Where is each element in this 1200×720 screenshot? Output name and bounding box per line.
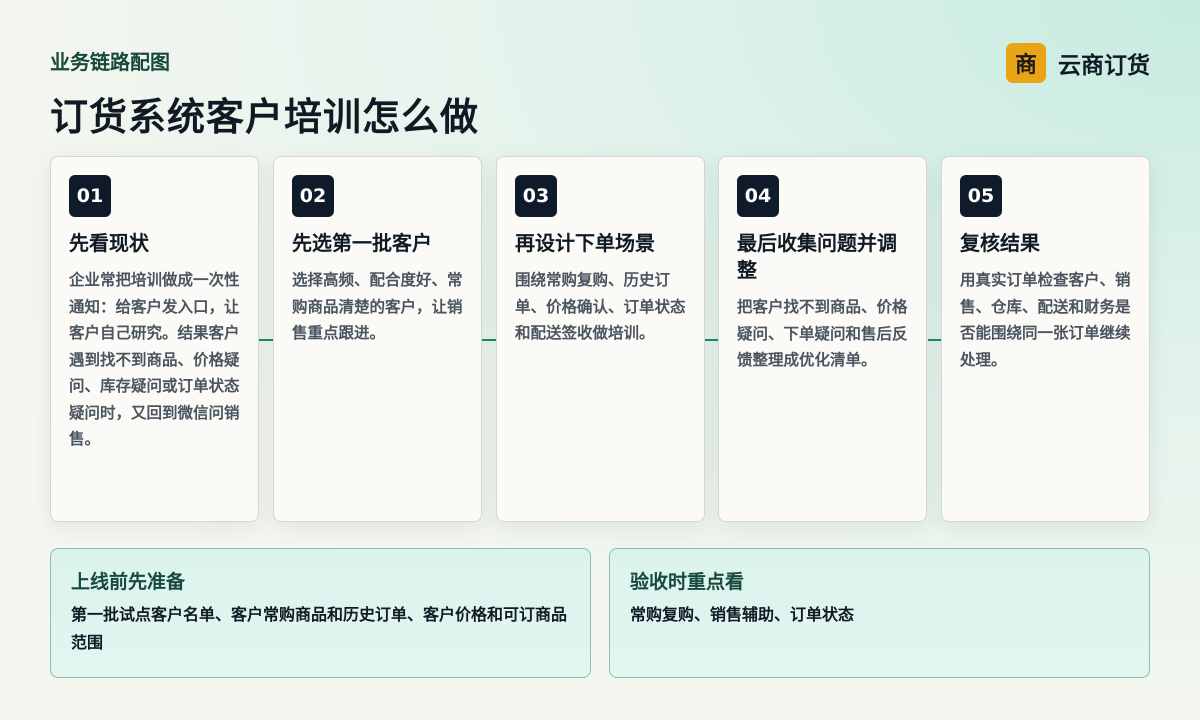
panel-title: 上线前先准备	[71, 571, 186, 593]
step-title: 最后收集问题并调整	[737, 231, 897, 282]
step-title: 先选第一批客户	[292, 231, 432, 255]
brand: 商 云商订货	[1006, 43, 1150, 83]
step-title: 先看现状	[69, 231, 149, 255]
panel-title: 验收时重点看	[630, 571, 745, 593]
step-number-badge: 01	[69, 175, 111, 217]
step-number-badge: 02	[292, 175, 334, 217]
step-card-4: 04 最后收集问题并调整 把客户找不到商品、价格疑问、下单疑问和售后反馈整理成优…	[718, 156, 927, 522]
step-description: 选择高频、配合度好、常购商品清楚的客户，让销售重点跟进。	[292, 271, 463, 342]
page-subtitle: 业务链路配图	[50, 50, 170, 74]
steps-row: 01 先看现状 企业常把培训做成一次性通知：给客户发入口，让客户自己研究。结果客…	[50, 156, 1150, 522]
step-description: 企业常把培训做成一次性通知：给客户发入口，让客户自己研究。结果客户遇到找不到商品…	[69, 271, 240, 448]
brand-name: 云商订货	[1058, 53, 1150, 79]
step-card-3: 03 再设计下单场景 围绕常购复购、历史订单、价格确认、订单状态和配送签收做培训…	[496, 156, 705, 522]
step-card-2: 02 先选第一批客户 选择高频、配合度好、常购商品清楚的客户，让销售重点跟进。	[273, 156, 482, 522]
step-title: 再设计下单场景	[515, 231, 655, 255]
step-description: 把客户找不到商品、价格疑问、下单疑问和售后反馈整理成优化清单。	[737, 298, 908, 369]
step-title: 复核结果	[960, 231, 1040, 255]
step-number-badge: 05	[960, 175, 1002, 217]
step-description: 围绕常购复购、历史订单、价格确认、订单状态和配送签收做培训。	[515, 271, 686, 342]
brand-logo-icon: 商	[1006, 43, 1046, 83]
panel-body: 常购复购、销售辅助、订单状态	[630, 605, 855, 624]
step-connector	[482, 339, 497, 341]
panel-body: 第一批试点客户名单、客户常购商品和历史订单、客户价格和可订商品范围	[71, 605, 568, 652]
step-card-5: 05 复核结果 用真实订单检查客户、销售、仓库、配送和财务是否能围绕同一张订单继…	[941, 156, 1150, 522]
acceptance-panel: 验收时重点看 常购复购、销售辅助、订单状态	[609, 548, 1150, 678]
step-card-1: 01 先看现状 企业常把培训做成一次性通知：给客户发入口，让客户自己研究。结果客…	[50, 156, 259, 522]
step-connector	[259, 339, 274, 341]
step-number-badge: 03	[515, 175, 557, 217]
page-title: 订货系统客户培训怎么做	[50, 95, 480, 139]
step-description: 用真实订单检查客户、销售、仓库、配送和财务是否能围绕同一张订单继续处理。	[960, 271, 1131, 369]
step-number-badge: 04	[737, 175, 779, 217]
prep-panel: 上线前先准备 第一批试点客户名单、客户常购商品和历史订单、客户价格和可订商品范围	[50, 548, 591, 678]
